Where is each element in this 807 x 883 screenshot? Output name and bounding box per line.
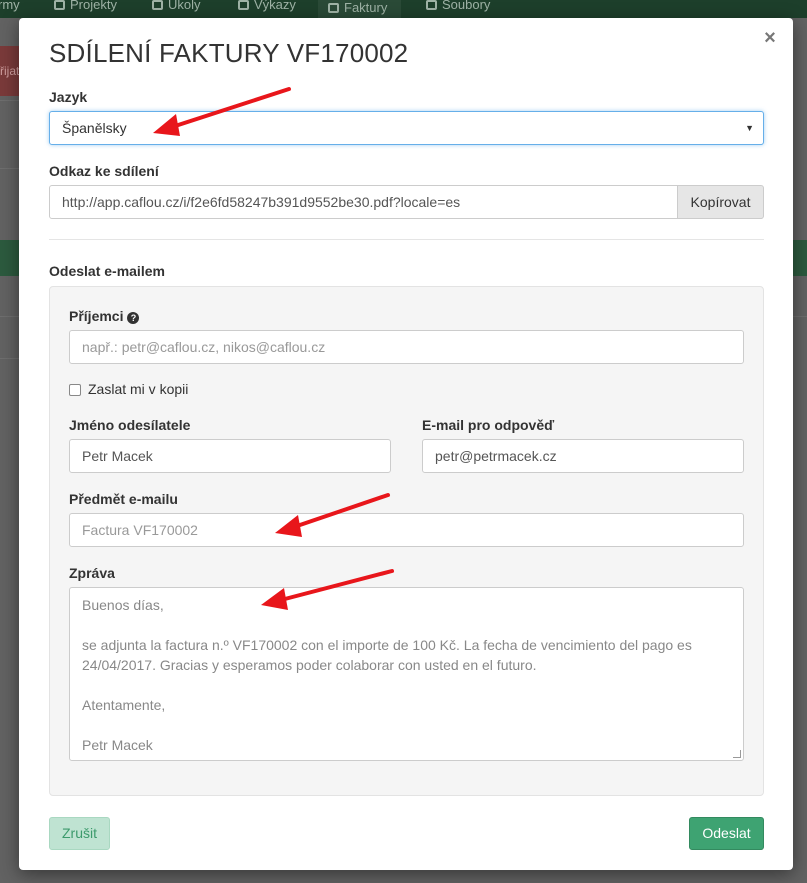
nav-label: Soubory [442, 0, 491, 12]
modal-title: SDÍLENÍ FAKTURY VF170002 [49, 38, 409, 68]
nav-label: Projekty [70, 0, 117, 12]
send-button[interactable]: Odeslat [689, 817, 764, 850]
send-copy-checkbox[interactable] [69, 384, 81, 396]
nav-item-faktury[interactable]: Faktury [318, 0, 402, 18]
language-select[interactable]: Španělsky ▼ [49, 111, 764, 145]
section-divider [49, 239, 764, 240]
share-invoice-modal: SDÍLENÍ FAKTURY VF170002 × Jazyk Španěls… [19, 18, 793, 870]
nav-item-projekty[interactable]: Projekty [54, 0, 117, 12]
reply-email-input[interactable]: petr@petrmacek.cz [422, 439, 744, 473]
message-line: Buenos días, [82, 597, 164, 613]
message-blank-line [82, 715, 731, 735]
app-top-navigation: rmy Projekty Úkoly Výkazy Faktury Soubor… [0, 0, 807, 18]
nav-label: rmy [0, 0, 20, 12]
recipients-label-text: Příjemci [69, 308, 124, 324]
email-section-heading: Odeslat e-mailem [49, 263, 165, 279]
check-icon [152, 0, 163, 10]
clock-icon [238, 0, 249, 10]
subject-label: Předmět e-mailu [69, 491, 178, 507]
sender-name-input[interactable]: Petr Macek [69, 439, 391, 473]
nav-item-soubory[interactable]: Soubory [426, 0, 490, 12]
language-label: Jazyk [49, 89, 88, 105]
message-blank-line [82, 615, 731, 635]
send-copy-label[interactable]: Zaslat mi v kopii [88, 381, 188, 397]
message-blank-line [82, 675, 731, 695]
recipients-label: Příjemci? [69, 308, 140, 324]
close-icon[interactable]: × [761, 28, 779, 48]
projects-icon [54, 0, 65, 10]
resize-handle-icon[interactable] [733, 750, 741, 758]
sender-name-label: Jméno odesílatele [69, 417, 191, 433]
divider [0, 358, 20, 359]
nav-label: Výkazy [254, 0, 296, 12]
message-line: Atentamente, [82, 697, 166, 713]
share-link-label: Odkaz ke sdílení [49, 163, 159, 179]
nav-label: Faktury [344, 0, 388, 15]
chevron-down-icon: ▼ [745, 123, 754, 133]
share-link-input[interactable]: http://app.caflou.cz/i/f2e6fd58247b391d9… [49, 185, 678, 219]
question-circle-icon[interactable]: ? [127, 312, 140, 324]
invoice-icon [328, 3, 339, 13]
divider [0, 168, 20, 169]
divider [0, 316, 20, 317]
reply-email-label: E-mail pro odpověď [422, 417, 555, 433]
background-accept-button[interactable]: řijat [0, 46, 20, 96]
nav-item-vykazy[interactable]: Výkazy [238, 0, 296, 12]
nav-item-firmy[interactable]: rmy [0, 0, 20, 12]
background-accept-label: řijat [0, 64, 20, 78]
nav-label: Úkoly [168, 0, 201, 12]
message-line: Petr Macek [82, 737, 153, 753]
language-selected-value: Španělsky [62, 120, 127, 136]
nav-item-ukoly[interactable]: Úkoly [152, 0, 201, 12]
message-line: se adjunta la factura n.º VF170002 con e… [82, 637, 692, 673]
file-icon [426, 0, 437, 10]
recipients-input[interactable]: např.: petr@caflou.cz, nikos@caflou.cz [69, 330, 744, 364]
divider [0, 100, 20, 101]
subject-input[interactable]: Factura VF170002 [69, 513, 744, 547]
cancel-button[interactable]: Zrušit [49, 817, 110, 850]
copy-button[interactable]: Kopírovat [678, 185, 764, 219]
message-textarea[interactable]: Buenos días, se adjunta la factura n.º V… [69, 587, 744, 761]
message-label: Zpráva [69, 565, 115, 581]
